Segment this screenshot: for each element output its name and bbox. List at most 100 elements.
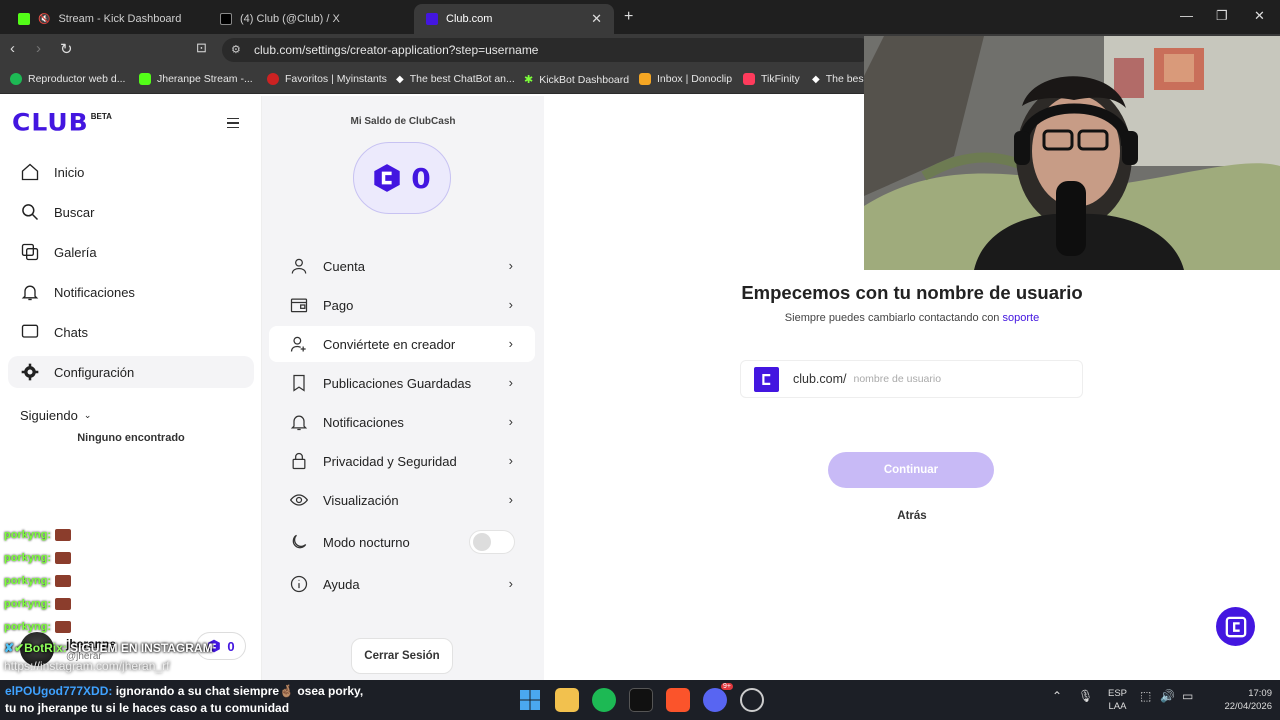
sidebar-item-buscar[interactable]: Buscar [8, 196, 254, 228]
sidebar-item-galeria[interactable]: Galería [8, 236, 254, 268]
clubcash-balance[interactable]: 0 [353, 142, 451, 214]
address-bar[interactable]: ⚙ club.com/settings/creator-application?… [222, 38, 872, 62]
stream-chat-highlight: elPOUgod777XDD: ignorando a su chat siem… [5, 683, 363, 717]
restore-window-button[interactable]: ❐ [1216, 8, 1228, 24]
sidebar-item-inicio[interactable]: Inicio [8, 156, 254, 188]
clock[interactable]: 17:09 22/04/2026 [1208, 687, 1272, 713]
windows-start-icon[interactable] [518, 688, 542, 712]
spotify-icon [10, 73, 22, 85]
obs-icon[interactable] [740, 688, 764, 712]
close-window-button[interactable]: ✕ [1254, 8, 1265, 24]
home-icon [21, 163, 39, 181]
sidebar-item-label: Buscar [54, 204, 95, 220]
bookmark-spotify[interactable]: Reproductor web d... [10, 73, 125, 85]
brave-browser-icon[interactable] [666, 688, 690, 712]
bookmark-jheranpe-stream[interactable]: Jheranpe Stream -... [139, 73, 253, 85]
chevron-up-icon[interactable]: ⌃ [1052, 690, 1062, 703]
battery-icon[interactable]: ▭ [1182, 690, 1193, 703]
close-tab-icon[interactable]: ✕ [591, 11, 602, 27]
settings-row-label: Modo nocturno [323, 534, 410, 550]
reload-icon[interactable]: ↻ [60, 40, 73, 58]
username-prefix: club.com/ [793, 372, 847, 386]
chevron-right-icon: › [508, 576, 513, 591]
discord-icon[interactable]: 9+ [703, 683, 733, 712]
sidebar-item-chats[interactable]: Chats [8, 316, 254, 348]
bot-message-link: https://instagram.com/jheran_rf [4, 659, 170, 673]
support-link[interactable]: soporte [1003, 312, 1040, 324]
dark-mode-toggle[interactable] [469, 530, 515, 554]
settings-row-label: Visualización [323, 492, 399, 508]
highlight-text-line1: ignorando a su chat siempre🤞🏽 osea porky… [115, 684, 364, 698]
following-empty-text: Ninguno encontrado [77, 432, 185, 444]
bookmark-donoclip[interactable]: Inbox | Donoclip [639, 73, 732, 85]
sidebar-item-notificaciones[interactable]: Notificaciones [8, 276, 254, 308]
settings-row-privacidad[interactable]: Privacidad y Seguridad › [269, 443, 535, 479]
bookmark-icon [293, 374, 305, 392]
spotify-taskbar-icon[interactable] [592, 688, 616, 712]
microphone-icon[interactable]: 🎙 [1078, 690, 1093, 703]
tab-club-com[interactable]: Club.com ✕ [414, 4, 614, 34]
settings-row-modo-nocturno: Modo nocturno [269, 524, 535, 560]
settings-row-guardadas[interactable]: Publicaciones Guardadas › [269, 365, 535, 401]
sidebar: CLUB BETA Inicio Buscar Galería Notifica… [0, 96, 262, 680]
page-title: Empecemos con tu nombre de usuario [741, 282, 1083, 303]
sidebar-item-label: Inicio [54, 164, 85, 180]
settings-row-notificaciones[interactable]: Notificaciones › [269, 404, 535, 440]
chat-username: porkyng: [4, 575, 52, 587]
bookmark-chatbot[interactable]: ◆ The best ChatBot an... [396, 73, 515, 85]
tab-audio-muted-icon[interactable]: 🔇 [38, 14, 50, 25]
back-button[interactable]: Atrás [544, 510, 1280, 522]
forward-arrow-icon[interactable]: › [36, 40, 41, 57]
bookmark-label: KickBot Dashboard [539, 73, 630, 86]
browser-tab-bar: 🔇 Stream - Kick Dashboard (4) Club (@Clu… [0, 0, 1280, 34]
sidebar-item-label: Notificaciones [54, 284, 135, 300]
volume-icon[interactable]: 🔊 [1160, 690, 1175, 703]
settings-row-visualizacion[interactable]: Visualización › [269, 482, 535, 518]
minimize-window-button[interactable]: — [1180, 8, 1193, 23]
sidebar-item-configuracion[interactable]: Configuración [8, 356, 254, 388]
username-input[interactable] [853, 373, 1054, 385]
bookmark-tikfinity[interactable]: TikFinity [743, 73, 800, 85]
kick-icon [139, 73, 151, 85]
settings-row-creator[interactable]: Conviértete en creador › [269, 326, 535, 362]
settings-row-pago[interactable]: Pago › [269, 287, 535, 323]
chevron-right-icon: › [508, 258, 513, 273]
bookmark-page-icon[interactable]: ⊡ [196, 40, 207, 56]
back-arrow-icon[interactable]: ‹ [10, 40, 15, 57]
eye-icon [289, 494, 309, 506]
bookmark-myinstants[interactable]: Favoritos | Myinstants [267, 73, 387, 85]
club-logo[interactable]: CLUB BETA [12, 108, 112, 137]
clock-date: 22/04/2026 [1224, 701, 1272, 712]
chat-message: porkyng: [4, 529, 72, 541]
audio-app-icon[interactable] [629, 688, 653, 712]
bookmark-the-bes[interactable]: ◆ The bes [812, 73, 864, 85]
settings-row-cuenta[interactable]: Cuenta › [269, 248, 535, 284]
continue-button[interactable]: Continuar [828, 452, 994, 488]
tab-kick-dashboard[interactable]: 🔇 Stream - Kick Dashboard [6, 4, 206, 34]
menu-hamburger-icon[interactable] [218, 110, 248, 136]
chat-message: porkyng: [4, 621, 72, 633]
network-icon[interactable]: ⬚ [1140, 690, 1151, 703]
logo-wordmark: CLUB [12, 108, 89, 137]
settings-row-ayuda[interactable]: Ayuda › [269, 566, 535, 602]
user-icon [291, 258, 307, 274]
site-info-icon[interactable]: ⚙ [231, 43, 245, 57]
chat-username: porkyng: [4, 621, 52, 633]
logout-button[interactable]: Cerrar Sesión [351, 638, 453, 674]
tab-club-x[interactable]: (4) Club (@Club) / X [208, 4, 408, 34]
username-field[interactable]: club.com/ [740, 360, 1083, 398]
new-tab-button[interactable]: + [624, 8, 633, 26]
bookmark-label: Jheranpe Stream -... [157, 73, 253, 85]
settings-panel: Mi Saldo de ClubCash 0 Cuenta › Pago › C… [262, 96, 544, 680]
profile-cash-value: 0 [227, 638, 235, 654]
chat-message: porkyng: [4, 575, 72, 587]
club-floating-button[interactable] [1216, 607, 1255, 646]
bookmark-kickbot[interactable]: ✱ KickBot Dashboard [524, 73, 630, 87]
sidebar-item-label: Configuración [54, 364, 135, 380]
language-indicator[interactable]: ESP LAA [1108, 687, 1127, 713]
gear-icon [21, 363, 39, 381]
chat-message: porkyng: [4, 598, 72, 610]
file-explorer-icon[interactable] [555, 688, 579, 712]
following-toggle[interactable]: Siguiendo ⌄ [20, 408, 91, 423]
discord-notification-badge: 9+ [721, 683, 733, 690]
